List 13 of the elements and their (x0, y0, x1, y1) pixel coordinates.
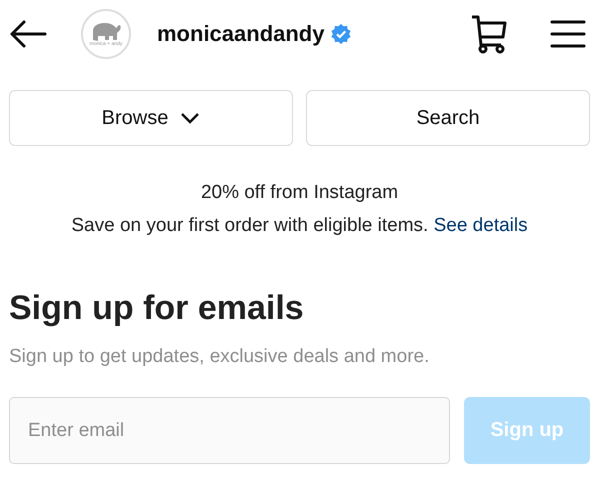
search-button[interactable]: Search (306, 90, 590, 146)
cart-icon[interactable] (470, 14, 508, 54)
promo-title: 20% off from Instagram (200, 181, 400, 205)
email-field[interactable]: Enter email (9, 397, 450, 464)
username[interactable]: monicaandandy (157, 21, 324, 47)
section-heading: Sign up for emails (9, 288, 305, 329)
menu-icon[interactable] (550, 19, 586, 49)
browse-dropdown[interactable]: Browse (9, 90, 293, 146)
details-link[interactable]: See details (434, 215, 528, 236)
back-icon[interactable] (9, 19, 47, 49)
chevron-icon (180, 112, 200, 124)
promo-text: Save on your first order with eligible items. (71, 215, 428, 236)
section-subtitle: Sign up to get updates, exclusive deals and more. (9, 346, 430, 368)
